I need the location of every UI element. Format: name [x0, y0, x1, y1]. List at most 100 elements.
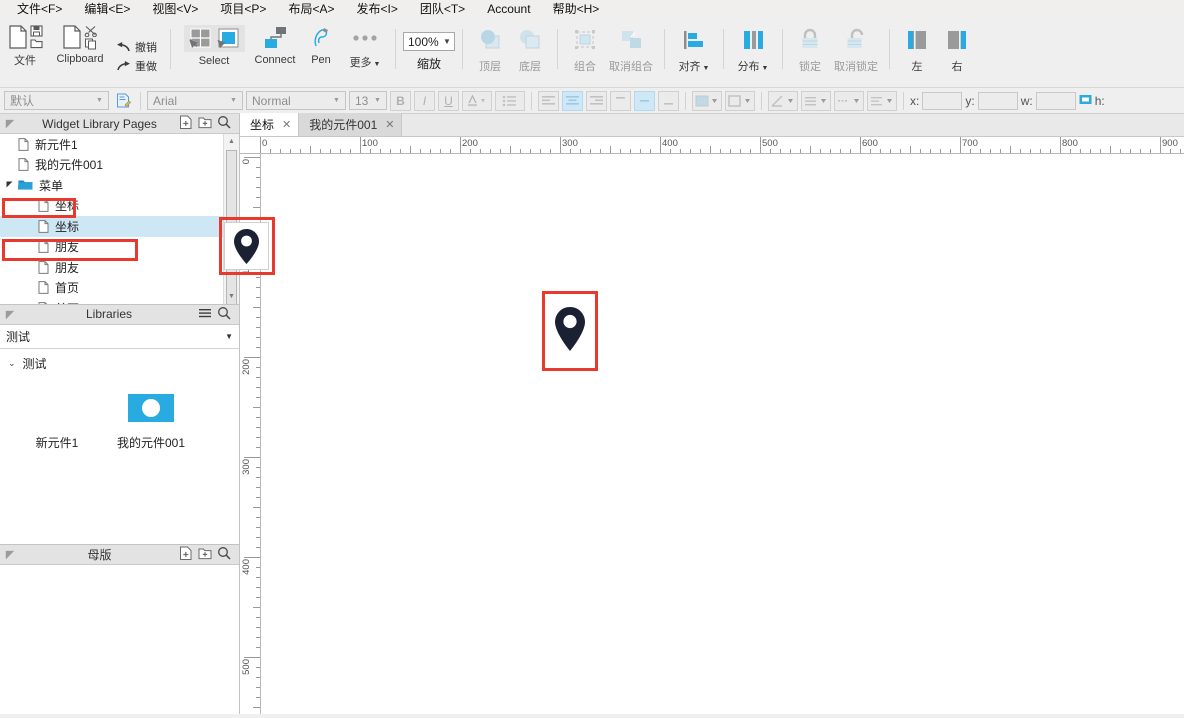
libraries-menu-icon[interactable]: [198, 306, 212, 323]
tab-label: 坐标: [250, 116, 274, 133]
bring-to-front-button[interactable]: 顶层: [470, 23, 510, 74]
add-folder-icon[interactable]: [198, 115, 212, 132]
widget-item[interactable]: 新元件1: [10, 388, 104, 451]
y-input[interactable]: [978, 92, 1018, 110]
bullet-list-button[interactable]: [495, 91, 525, 111]
canvas-tab-active[interactable]: 坐标 ✕: [240, 113, 299, 136]
arrow-style-button[interactable]: [867, 91, 897, 111]
style-editor-button[interactable]: [112, 91, 134, 111]
zoom-control[interactable]: 100% ▼ 缩放: [403, 23, 455, 72]
menu-item-project[interactable]: 项目<P>: [209, 0, 277, 19]
page-tree-item[interactable]: 我的元件001: [0, 155, 223, 176]
aspect-lock-icon[interactable]: [1079, 93, 1092, 109]
design-canvas[interactable]: [261, 154, 1184, 714]
menu-item-publish[interactable]: 发布<I>: [345, 0, 408, 19]
unlock-button[interactable]: 取消锁定: [830, 23, 882, 74]
select-tool-button[interactable]: Select: [178, 23, 250, 67]
clipboard-button[interactable]: Clipboard: [50, 23, 110, 65]
page-tree-item[interactable]: 新元件1: [0, 134, 223, 155]
page-tree-item[interactable]: 坐标: [0, 216, 223, 237]
scroll-down-icon[interactable]: ▼: [224, 290, 239, 304]
font-weight-select[interactable]: Normal ▼: [246, 91, 346, 110]
page-tree-item[interactable]: 菜单: [0, 175, 223, 196]
zoom-combobox[interactable]: 100% ▼: [403, 32, 455, 51]
file-button[interactable]: 文件: [0, 23, 50, 68]
menu-item-help[interactable]: 帮助<H>: [542, 0, 611, 19]
masters-content[interactable]: [0, 565, 239, 715]
menu-item-team[interactable]: 团队<T>: [409, 0, 476, 19]
chevron-down-icon[interactable]: ▼: [227, 97, 240, 104]
chevron-down-icon[interactable]: ▼: [440, 37, 454, 46]
dash-style-button[interactable]: [834, 91, 864, 111]
close-icon[interactable]: ✕: [282, 118, 291, 131]
menu-item-edit[interactable]: 编辑<E>: [73, 0, 141, 19]
line-style-button[interactable]: [801, 91, 831, 111]
page-tree-item[interactable]: 首页: [0, 298, 223, 304]
scroll-up-icon[interactable]: ▲: [224, 134, 239, 148]
align-center-button[interactable]: [562, 91, 583, 111]
connect-tool-button[interactable]: Connect: [250, 23, 300, 66]
style-select[interactable]: 默认 ▼: [4, 91, 109, 110]
redo-button[interactable]: 重做: [116, 57, 157, 76]
ungroup-button[interactable]: 取消组合: [605, 23, 657, 74]
align-right-button[interactable]: [586, 91, 607, 111]
search-icon[interactable]: [217, 306, 231, 323]
underline-button[interactable]: U: [438, 91, 459, 111]
bold-button[interactable]: B: [390, 91, 411, 111]
toggle-right-panel-button[interactable]: 右: [937, 23, 977, 74]
x-input[interactable]: [922, 92, 962, 110]
add-page-icon[interactable]: [179, 115, 193, 132]
fill-color-button[interactable]: [692, 91, 722, 111]
collapse-panel-icon[interactable]: ◤: [0, 117, 20, 130]
menu-item-account[interactable]: Account: [476, 0, 541, 19]
chevron-down-icon[interactable]: ⌄: [8, 358, 16, 369]
page-tree-item[interactable]: 首页: [0, 278, 223, 299]
add-master-icon[interactable]: [179, 546, 193, 563]
library-group-header[interactable]: ⌄ 测试: [0, 349, 239, 374]
library-select[interactable]: 测试 ▼: [0, 325, 239, 349]
more-dots-icon: [352, 34, 378, 42]
menu-item-file[interactable]: 文件<F>: [6, 0, 73, 19]
chevron-down-icon[interactable]: ▼: [225, 332, 233, 341]
group-button[interactable]: 组合: [565, 23, 605, 74]
annotation-box-drag-pin: [219, 217, 275, 275]
search-icon[interactable]: [217, 115, 231, 132]
more-tools-button[interactable]: 更多 ▼: [342, 23, 388, 70]
toolbar-group-grouping: 组合 取消组合: [565, 23, 657, 85]
chevron-down-icon[interactable]: ▼: [330, 97, 343, 104]
toggle-left-panel-button[interactable]: 左: [897, 23, 937, 74]
font-size-select[interactable]: 13 ▼: [349, 91, 387, 110]
align-button[interactable]: 对齐 ▼: [672, 23, 716, 74]
toolbar-separator-3: [462, 29, 463, 69]
annotation-box-canvas-pin: [542, 291, 598, 371]
canvas-tab[interactable]: 我的元件001 ✕: [299, 113, 402, 136]
chevron-down-icon[interactable]: ▼: [93, 97, 106, 104]
text-color-button[interactable]: [462, 91, 492, 111]
w-input[interactable]: [1036, 92, 1076, 110]
align-left-button[interactable]: [538, 91, 559, 111]
collapse-panel-icon[interactable]: ◤: [0, 308, 20, 321]
menu-item-layout[interactable]: 布局<A>: [277, 0, 345, 19]
search-icon[interactable]: [217, 546, 231, 563]
widget-item[interactable]: 我的元件001: [104, 388, 198, 451]
chevron-down-icon[interactable]: ▼: [371, 97, 384, 104]
border-color-button[interactable]: [725, 91, 755, 111]
expand-caret-icon[interactable]: [6, 181, 14, 189]
menu-item-view[interactable]: 视图<V>: [141, 0, 209, 19]
pen-tool-button[interactable]: Pen: [300, 23, 342, 66]
collapse-panel-icon[interactable]: ◤: [0, 548, 20, 561]
add-master-folder-icon[interactable]: [198, 546, 212, 563]
line-angle-button[interactable]: [768, 91, 798, 111]
send-to-back-button[interactable]: 底层: [510, 23, 550, 74]
valign-bottom-button[interactable]: [658, 91, 679, 111]
undo-button[interactable]: 撤销: [116, 38, 157, 57]
distribute-button[interactable]: 分布 ▼: [731, 23, 775, 74]
font-family-select[interactable]: Arial ▼: [147, 91, 243, 110]
valign-top-button[interactable]: [610, 91, 631, 111]
pages-tree[interactable]: 新元件1 我的元件001 菜单 坐标 坐标 朋友 朋友 首页 首页 我的: [0, 134, 239, 304]
close-icon[interactable]: ✕: [385, 118, 394, 131]
lock-button[interactable]: 锁定: [790, 23, 830, 74]
valign-middle-button[interactable]: [634, 91, 655, 111]
horizontal-ruler[interactable]: 0100200300400500600700800900: [240, 137, 1184, 154]
italic-button[interactable]: I: [414, 91, 435, 111]
